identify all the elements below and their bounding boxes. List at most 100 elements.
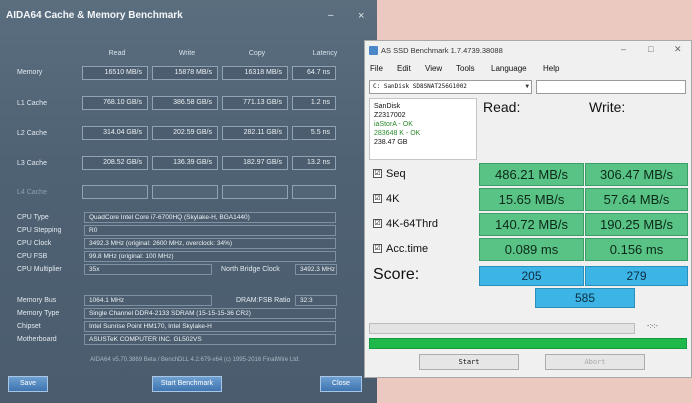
aida64-window: AIDA64 Cache & Memory Benchmark – × Read…	[0, 0, 377, 403]
cpu-fsb-value: 99.8 MHz (original: 100 MHz)	[84, 251, 336, 262]
memory-latency: 64.7 ns	[292, 66, 336, 80]
cpu-stepping-value: R0	[84, 225, 336, 236]
minimize-icon[interactable]: –	[328, 10, 334, 21]
menu-help[interactable]: Help	[543, 64, 559, 73]
test-label: 4K-64Thrd	[386, 218, 438, 230]
acc-time-read-result: 0.089 ms	[479, 238, 584, 261]
test-progress-bar	[369, 323, 635, 334]
checkbox-checked-icon[interactable]: ☑	[373, 168, 382, 178]
l3-latency: 13.2 ns	[292, 156, 336, 170]
column-header-latency: Latency	[312, 50, 338, 57]
minimize-icon[interactable]: –	[621, 44, 626, 54]
memory-type-label: Memory Type	[17, 310, 60, 317]
l1-latency: 1.2 ns	[292, 96, 336, 110]
row-label-memory: Memory	[17, 69, 43, 76]
test-label: 4K	[386, 193, 400, 205]
seq-write-result: 306.47 MB/s	[585, 163, 688, 186]
aida64-title: AIDA64 Cache & Memory Benchmark	[6, 10, 183, 21]
as-ssd-window: AS SSD Benchmark 1.7.4739.38088 – □ ✕ Fi…	[364, 40, 692, 378]
score-total: 585	[535, 288, 635, 308]
north-bridge-clock-label: North Bridge Clock	[221, 266, 280, 273]
test-4k[interactable]: ☑ 4K	[369, 188, 477, 211]
cpu-multiplier-label: CPU Multiplier	[17, 266, 62, 273]
drive-size: 238.47 GB	[374, 139, 408, 146]
start-benchmark-button[interactable]: Start Benchmark	[152, 376, 222, 392]
maximize-icon[interactable]: □	[648, 44, 653, 54]
column-header-copy: Copy	[248, 50, 266, 57]
cpu-type-value: QuadCore Intel Core i7-6700HQ (Skylake-H…	[84, 212, 336, 223]
menu-view[interactable]: View	[425, 64, 442, 73]
chipset-value: Intel Sunrise Point HM170, Intel Skylake…	[84, 321, 336, 332]
test-label: Acc.time	[386, 243, 429, 255]
l2-read: 314.04 GB/s	[82, 126, 148, 140]
cpu-clock-label: CPU Clock	[17, 240, 52, 247]
read-header: Read:	[483, 99, 521, 115]
checkbox-checked-icon[interactable]: ☑	[373, 243, 382, 253]
acc-time-write-result: 0.156 ms	[585, 238, 688, 261]
drive-vendor: SanDisk	[374, 103, 401, 110]
column-header-write: Write	[178, 50, 196, 57]
drive-select[interactable]: C: SanDisk SD8SNAT256G1002 ▼	[369, 80, 532, 94]
l4-latency	[292, 185, 336, 199]
close-button[interactable]: Close	[320, 376, 362, 392]
memory-type-value: Single Channel DDR4-2133 SDRAM (15-15-15…	[84, 308, 336, 319]
write-header: Write:	[589, 99, 626, 115]
cpu-multiplier-value: 35x	[84, 264, 212, 275]
column-header-read: Read	[108, 50, 126, 57]
save-button[interactable]: Save	[8, 376, 48, 392]
start-button[interactable]: Start	[419, 354, 519, 370]
l1-write: 386.58 GB/s	[152, 96, 218, 110]
l3-read: 208.52 GB/s	[82, 156, 148, 170]
cpu-type-label: CPU Type	[17, 214, 49, 221]
motherboard-label: Motherboard	[17, 336, 57, 343]
checkbox-checked-icon[interactable]: ☑	[373, 218, 382, 228]
row-label-l3-cache: L3 Cache	[17, 160, 47, 167]
abort-button[interactable]: Abort	[545, 354, 645, 370]
test-acc-time[interactable]: ☑ Acc.time	[369, 238, 477, 261]
l4-write	[152, 185, 218, 199]
memory-bus-value: 1064.1 MHz	[84, 295, 212, 306]
score-write: 279	[585, 266, 688, 286]
4k-64thrd-read-result: 140.72 MB/s	[479, 213, 584, 236]
l4-copy	[222, 185, 288, 199]
close-icon[interactable]: ✕	[674, 44, 682, 55]
dram-fsb-ratio-value: 32:3	[295, 295, 337, 306]
menu-file[interactable]: File	[370, 64, 383, 73]
seq-read-result: 486.21 MB/s	[479, 163, 584, 186]
memory-bus-label: Memory Bus	[17, 297, 57, 304]
test-seq[interactable]: ☑ Seq	[369, 163, 477, 186]
dram-fsb-ratio-label: DRAM:FSB Ratio	[236, 297, 291, 304]
score-label: Score:	[373, 266, 420, 283]
aida64-footer: AIDA64 v5.70.3869 Beta / BenchDLL 4.2.67…	[90, 357, 300, 363]
4k-write-result: 57.64 MB/s	[585, 188, 688, 211]
memory-write: 15878 MB/s	[152, 66, 218, 80]
menu-language[interactable]: Language	[491, 64, 527, 73]
drive-path-input[interactable]	[536, 80, 686, 94]
north-bridge-clock-value: 3492.3 MHz	[295, 264, 337, 275]
drive-select-value: C: SanDisk SD8SNAT256G1002	[373, 83, 467, 90]
test-label: Seq	[386, 168, 406, 180]
l1-read: 768.10 GB/s	[82, 96, 148, 110]
l4-read	[82, 185, 148, 199]
menu-edit[interactable]: Edit	[397, 64, 411, 73]
menu-tools[interactable]: Tools	[456, 64, 475, 73]
cpu-fsb-label: CPU FSB	[17, 253, 48, 260]
l1-copy: 771.13 GB/s	[222, 96, 288, 110]
4k-64thrd-write-result: 190.25 MB/s	[585, 213, 688, 236]
app-icon	[369, 46, 378, 55]
memory-read: 16510 MB/s	[82, 66, 148, 80]
row-label-l4-cache: L4 Cache	[17, 189, 47, 196]
motherboard-value: ASUSTeK COMPUTER INC. GL502VS	[84, 334, 336, 345]
4k-read-result: 15.65 MB/s	[479, 188, 584, 211]
l3-copy: 182.97 GB/s	[222, 156, 288, 170]
checkbox-checked-icon[interactable]: ☑	[373, 193, 382, 203]
test-4k-64thrd[interactable]: ☑ 4K-64Thrd	[369, 213, 477, 236]
score-read: 205	[479, 266, 584, 286]
progress-time: -:-:-	[647, 323, 658, 330]
row-label-l1-cache: L1 Cache	[17, 100, 47, 107]
cpu-clock-value: 3492.3 MHz (original: 2600 MHz, overcloc…	[84, 238, 336, 249]
drive-model: Z2317002	[374, 112, 406, 119]
l3-write: 136.39 GB/s	[152, 156, 218, 170]
close-icon[interactable]: ×	[358, 10, 364, 22]
l2-write: 202.59 GB/s	[152, 126, 218, 140]
